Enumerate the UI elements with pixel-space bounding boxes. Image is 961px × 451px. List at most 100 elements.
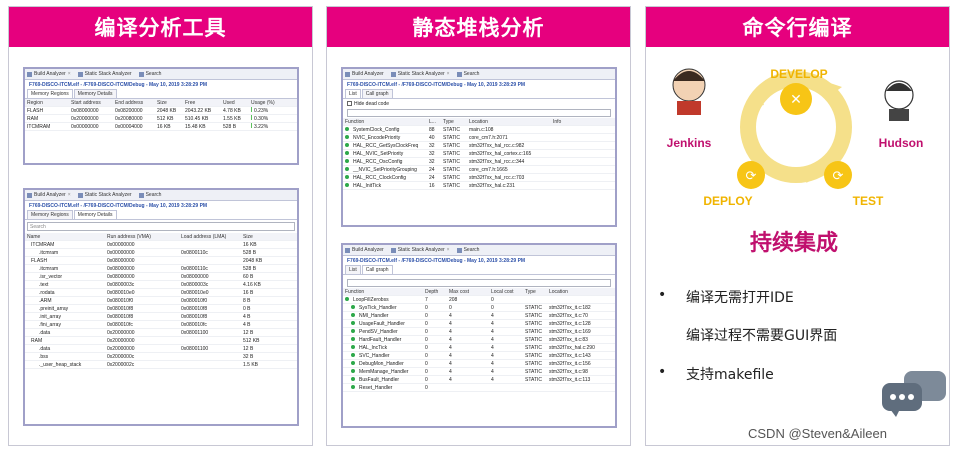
tab-build-analyzer[interactable]: Build Analyzer — [345, 247, 384, 253]
search-input[interactable]: Search — [27, 222, 295, 231]
col-max-cost[interactable]: Max cost — [447, 289, 489, 295]
table-row[interactable]: .bss 0x2000000c 32 B — [25, 353, 297, 361]
table-row[interactable]: __NVIC_SetPriorityGrouping 24 STATIC core_c… — [343, 166, 615, 174]
table-row[interactable]: RAM 0x20000000 0x20080000 512 KB 510.45 KB 1.… — [25, 115, 297, 123]
table-row[interactable]: FLASH 0x08000000 2048 KB — [25, 257, 297, 265]
table-row[interactable]: .isr_vector 0x08000000 0x08000000 60 B — [25, 273, 297, 281]
location: stm32f7xx_it.c:156 — [549, 360, 591, 367]
col-vma[interactable]: Run address (VMA) — [105, 234, 179, 240]
size: 512 KB — [157, 115, 174, 122]
table-row[interactable]: HAL_InitTick 16 STATIC stm32f7xx_hal.c:231 — [343, 182, 615, 190]
table-row[interactable]: .init_array 0x080010f8 0x080010f8 4 B — [25, 313, 297, 321]
table-row[interactable]: HAL_RCC_GetSysClockFreq 32 STATIC stm32f7xx… — [343, 142, 615, 150]
col-size[interactable]: Size — [241, 234, 281, 240]
table-row[interactable]: .data 0x20000000 0x08001100 12 B — [25, 345, 297, 353]
col-region[interactable]: Region — [25, 100, 69, 106]
table-row[interactable]: .itcmram 0x08000000 0x0800110c 528 B — [25, 265, 297, 273]
tab-memory-regions[interactable]: Memory Regions — [27, 210, 73, 219]
col-type[interactable]: Type — [523, 289, 547, 295]
close-icon[interactable]: × — [68, 192, 71, 198]
tab-search[interactable]: Search — [456, 247, 479, 253]
col-local-cost[interactable]: Local cost — [489, 289, 523, 295]
col-local[interactable]: L... — [427, 119, 441, 125]
col-used[interactable]: Used — [221, 100, 249, 106]
tab-memory-details[interactable]: Memory Details — [73, 89, 117, 98]
region-name: FLASH — [27, 107, 44, 114]
tab-memory-regions[interactable]: Memory Regions — [27, 89, 73, 98]
filter-input[interactable] — [347, 109, 611, 117]
table-row[interactable]: HardFault_Handler 0 4 4 STATIC stm32f7xx_it.c… — [343, 336, 615, 344]
col-function[interactable]: Function — [343, 289, 423, 295]
tab-memory-details[interactable]: Memory Details — [73, 210, 117, 219]
table-row[interactable]: SystemClock_Config 88 STATIC main.c:108 — [343, 126, 615, 134]
col-lma[interactable]: Load address (LMA) — [179, 234, 241, 240]
table-row[interactable]: Reset_Handler 0 — [343, 384, 615, 392]
col-size[interactable]: Size — [155, 100, 183, 106]
tab-search[interactable]: Search — [456, 71, 479, 77]
table-row[interactable]: SVC_Handler 0 4 4 STATIC stm32f7xx_it.c:143 — [343, 352, 615, 360]
function-name: HAL_IncTick — [359, 344, 388, 351]
tab-build-analyzer[interactable]: Build Analyzer — [345, 71, 384, 77]
close-icon[interactable]: × — [447, 71, 450, 77]
table-row[interactable]: .ARM 0x080010f0 0x080010f0 8 B — [25, 297, 297, 305]
table-row[interactable]: .text 0x0800003c 0x0800003c 4.16 KB — [25, 281, 297, 289]
tab-static-stack[interactable]: Static Stack Analyzer — [77, 192, 132, 198]
col-usage[interactable]: Usage (%) — [249, 100, 293, 106]
col-start[interactable]: Start address — [69, 100, 113, 106]
col-free[interactable]: Free — [183, 100, 221, 106]
tab-list[interactable]: List — [345, 265, 361, 274]
table-row[interactable]: NVIC_EncodePriority 40 STATIC core_cm7.h:20… — [343, 134, 615, 142]
local-cost: 32 — [429, 150, 435, 157]
close-icon[interactable]: × — [68, 71, 71, 77]
tab-call-graph[interactable]: Call graph — [361, 89, 393, 98]
table-row[interactable]: .rodata 0x080010e0 0x080010e0 16 B — [25, 289, 297, 297]
table-row[interactable]: HAL_RCC_OscConfig 32 STATIC stm32f7xx_hal_r… — [343, 158, 615, 166]
table-row[interactable]: .data 0x20000000 0x08001100 12 B — [25, 329, 297, 337]
table-row[interactable]: MemManage_Handler 0 4 4 STATIC stm32f7xx_it.c… — [343, 368, 615, 376]
tab-static-stack[interactable]: Static Stack Analyzer × — [390, 71, 450, 77]
table-row[interactable]: PendSV_Handler 0 4 4 STATIC stm32f7xx_it.c:16… — [343, 328, 615, 336]
hide-dead-code-checkbox[interactable]: Hide dead code — [343, 99, 615, 108]
table-row[interactable]: ITCMRAM 0x00000000 0x00004000 16 KB 15.48 KB… — [25, 123, 297, 131]
depth: 0 — [425, 384, 428, 391]
col-end[interactable]: End address — [113, 100, 155, 106]
load-address: 0x0800003c — [181, 281, 209, 288]
col-type[interactable]: Type — [441, 119, 467, 125]
col-location[interactable]: Location — [467, 119, 551, 125]
col-function[interactable]: Function — [343, 119, 427, 125]
table-row[interactable]: FLASH 0x08000000 0x08200000 2048 KB 2043.22 … — [25, 107, 297, 115]
tab-build-analyzer[interactable]: Build Analyzer × — [27, 192, 71, 198]
table-row[interactable]: HAL_NVIC_SetPriority 32 STATIC stm32f7xx_ha… — [343, 150, 615, 158]
col-location[interactable]: Location — [547, 289, 607, 295]
size: 16 KB — [157, 123, 171, 130]
table-row[interactable]: BusFault_Handler 0 4 4 STATIC stm32f7xx_it.c:… — [343, 376, 615, 384]
table-row[interactable]: SysTick_Handler 0 0 0 STATIC stm32f7xx_it.c:1… — [343, 304, 615, 312]
close-icon[interactable]: × — [447, 247, 450, 253]
table-row[interactable]: RAM 0x20000000 512 KB — [25, 337, 297, 345]
table-row[interactable]: HAL_RCC_ClockConfig 24 STATIC stm32f7xx_hal… — [343, 174, 615, 182]
table-row[interactable]: .fini_array 0x080010fc 0x080010fc 4 B — [25, 321, 297, 329]
table-row[interactable]: HAL_IncTick 0 4 4 STATIC stm32f7xx_hal.c:290 — [343, 344, 615, 352]
tab-list[interactable]: List — [345, 89, 361, 98]
table-row[interactable]: LoopFillZerobss 7 208 0 — [343, 296, 615, 304]
table-row[interactable]: ITCMRAM 0x00000000 16 KB — [25, 241, 297, 249]
table-row[interactable]: DebugMon_Handler 0 4 4 STATIC stm32f7xx_it.c:… — [343, 360, 615, 368]
col-info[interactable]: Info — [551, 119, 581, 125]
tab-call-graph[interactable]: Call graph — [361, 265, 393, 274]
tab-static-stack[interactable]: Static Stack Analyzer — [77, 71, 132, 77]
col-depth[interactable]: Depth — [423, 289, 447, 295]
table-row[interactable]: .preinit_array 0x080010f8 0x080010f8 0 B — [25, 305, 297, 313]
tab-static-stack[interactable]: Static Stack Analyzer × — [390, 247, 450, 253]
tab-search[interactable]: Search — [138, 71, 161, 77]
function-cell: PendSV_Handler — [343, 328, 423, 335]
function-name: DebugMon_Handler — [359, 360, 404, 367]
tab-build-analyzer[interactable]: Build Analyzer × — [27, 71, 71, 77]
table-row[interactable]: UsageFault_Handler 0 4 4 STATIC stm32f7xx_it.… — [343, 320, 615, 328]
col-name[interactable]: Name — [25, 234, 105, 240]
table-row[interactable]: .itcmram 0x00000000 0x0800110c 528 B — [25, 249, 297, 257]
function-cell: SysTick_Handler — [343, 304, 423, 311]
filter-input[interactable] — [347, 279, 611, 287]
table-row[interactable]: NMI_Handler 0 4 4 STATIC stm32f7xx_it.c:70 — [343, 312, 615, 320]
tab-search[interactable]: Search — [138, 192, 161, 198]
table-row[interactable]: ._user_heap_stack 0x2000002c 1.5 KB — [25, 361, 297, 369]
